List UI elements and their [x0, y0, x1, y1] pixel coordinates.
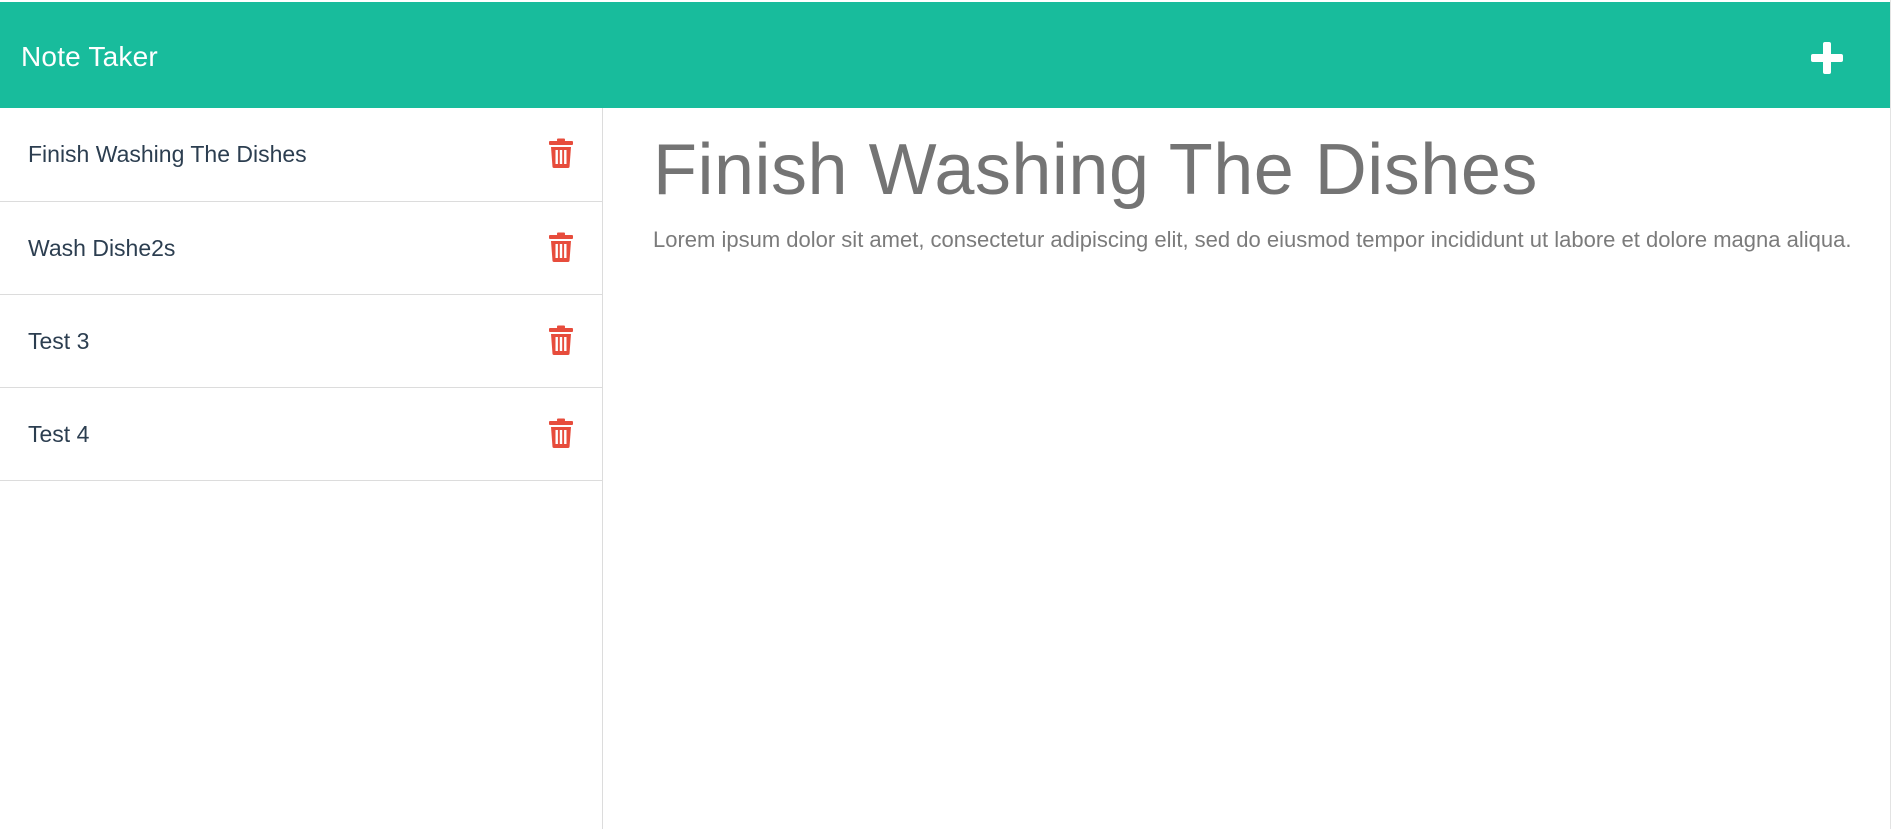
note-list-item[interactable]: Wash Dishe2s — [0, 202, 602, 295]
delete-note-button[interactable] — [549, 232, 573, 262]
note-list-item[interactable]: Finish Washing The Dishes — [0, 108, 602, 202]
new-note-button[interactable] — [1807, 38, 1847, 78]
note-list-sidebar: Finish Washing The Dishes Wash Dishe2s T… — [0, 108, 603, 829]
note-list-item[interactable]: Test 3 — [0, 295, 602, 388]
note-editor: Finish Washing The Dishes Lorem ipsum do… — [604, 108, 1890, 829]
note-list-item-title: Wash Dishe2s — [28, 235, 176, 261]
navbar: Note Taker — [0, 2, 1890, 108]
trash-icon — [549, 418, 573, 448]
trash-icon — [549, 325, 573, 355]
trash-icon — [549, 138, 573, 168]
note-list-item[interactable]: Test 4 — [0, 388, 602, 481]
window-edge — [1890, 0, 1894, 829]
note-text-field[interactable]: Lorem ipsum dolor sit amet, consectetur … — [653, 226, 1851, 254]
note-title-field[interactable]: Finish Washing The Dishes — [653, 126, 1538, 214]
note-list-item-title: Finish Washing The Dishes — [28, 141, 307, 167]
note-list-item-title: Test 4 — [28, 421, 90, 447]
delete-note-button[interactable] — [549, 418, 573, 448]
delete-note-button[interactable] — [549, 325, 573, 355]
trash-icon — [549, 232, 573, 262]
note-list: Finish Washing The Dishes Wash Dishe2s T… — [0, 108, 602, 481]
app-window: Note Taker Finish Washing The Dishes Was… — [0, 0, 1894, 829]
delete-note-button[interactable] — [549, 138, 573, 168]
note-list-item-title: Test 3 — [28, 328, 90, 354]
plus-icon — [1811, 42, 1843, 74]
brand-title[interactable]: Note Taker — [21, 40, 158, 74]
